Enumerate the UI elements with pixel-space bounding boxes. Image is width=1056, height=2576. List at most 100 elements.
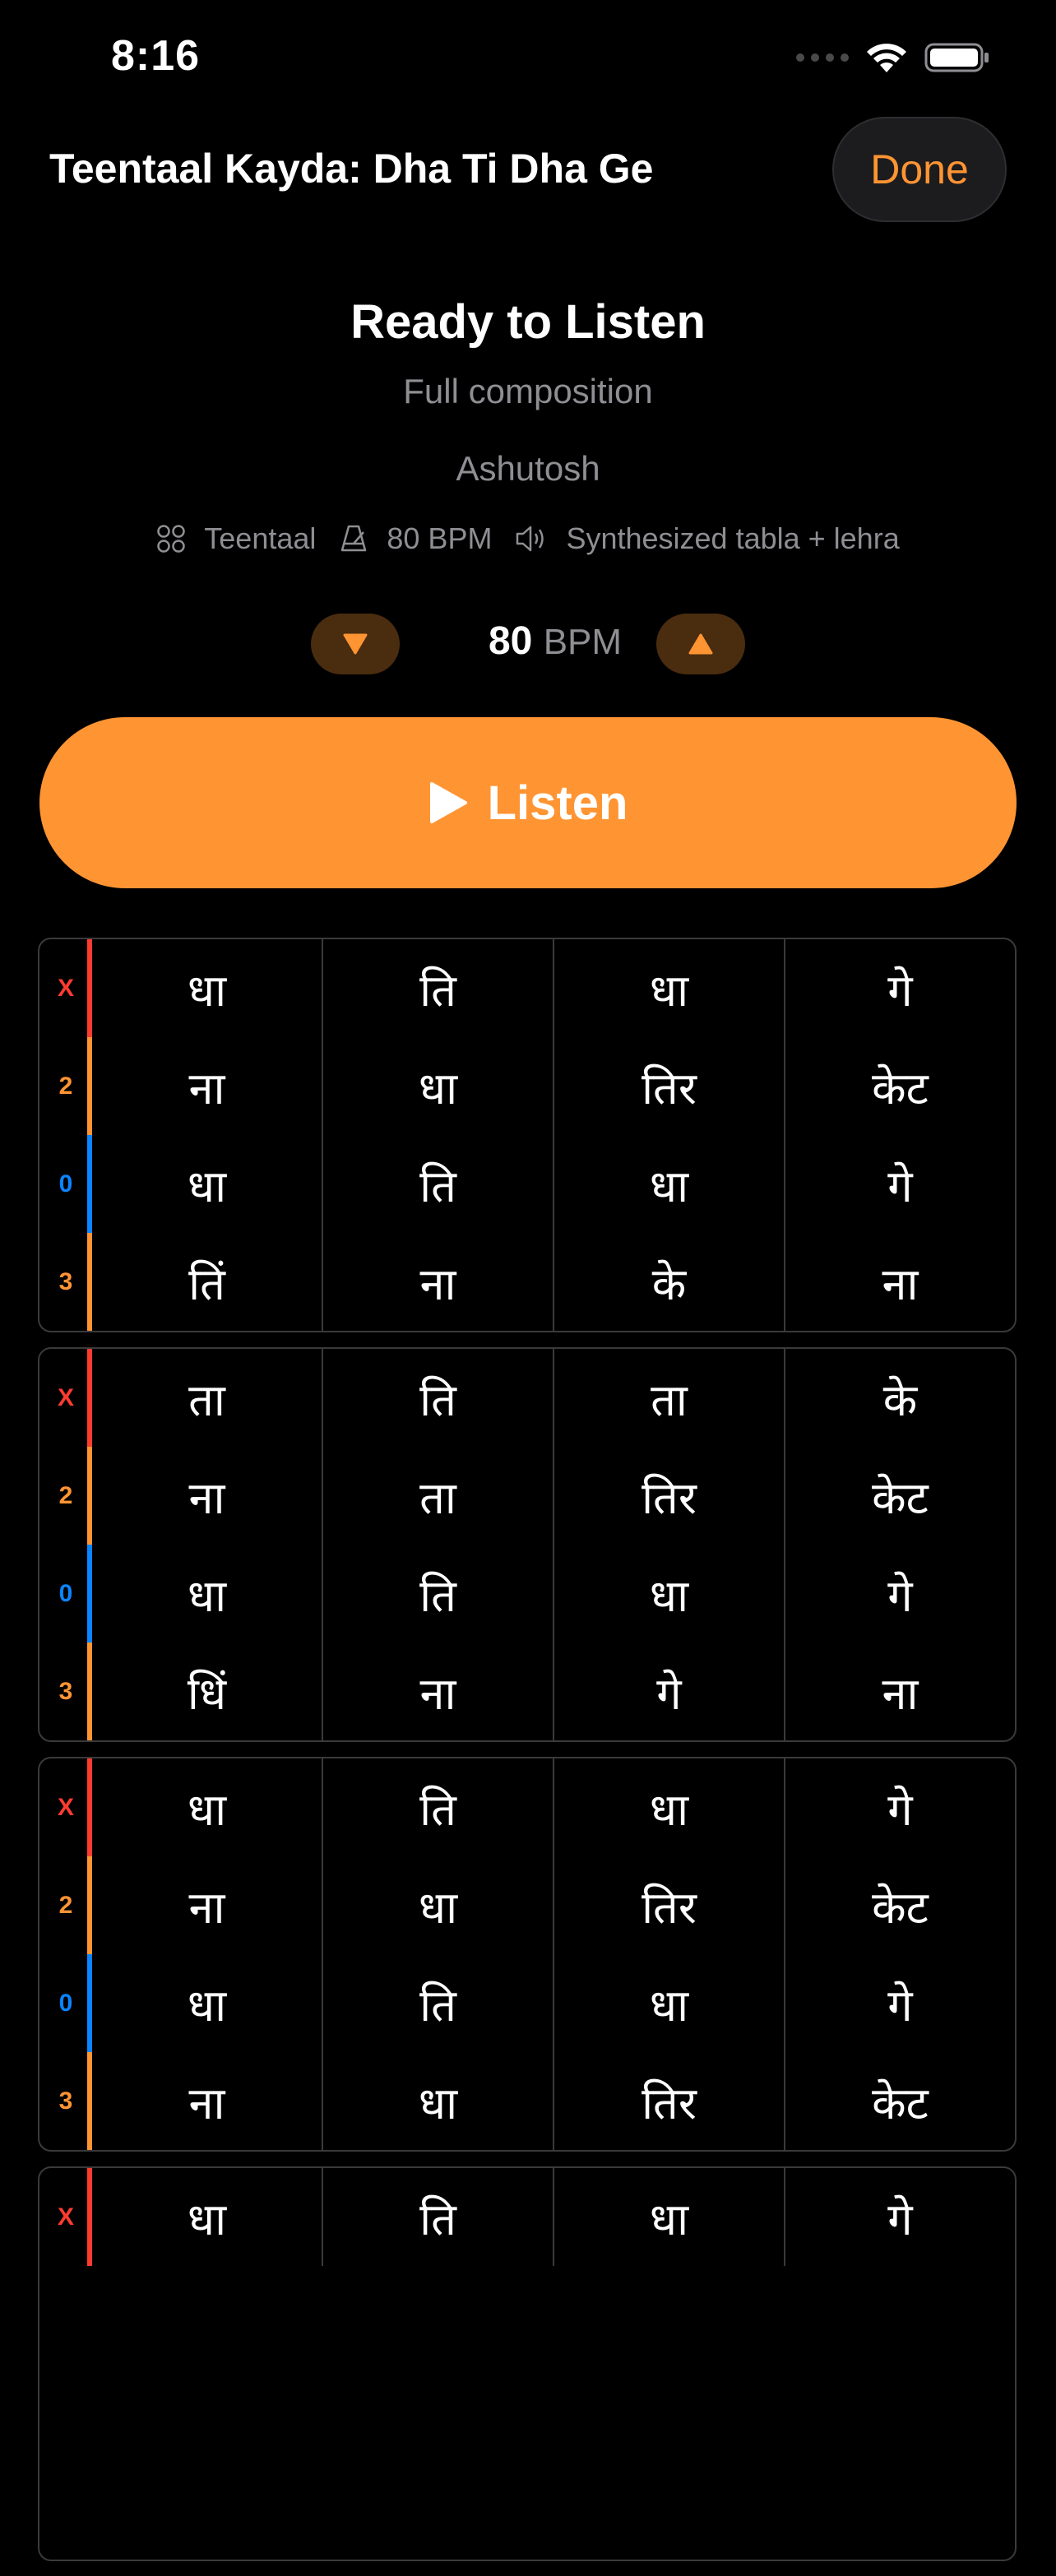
bol-cell: ता [553,1349,784,1447]
vibhag-color-bar [87,1856,92,1954]
cellular-signal-icon [796,53,849,62]
vibhag-marker: 2 [39,1037,92,1135]
triangle-up-icon [688,633,713,655]
bol-cell: गे [784,1135,1015,1233]
listen-button[interactable]: Listen [39,717,1017,888]
vibhag-marker: 2 [39,1447,92,1545]
tempo-decrease-button[interactable] [311,614,400,674]
vibhag-color-bar [87,1642,92,1740]
bol-cell: केट [784,2052,1015,2150]
grid-circles-icon [157,525,186,553]
bol-cell: धा [187,1569,227,1622]
bol-cell: ति [322,2168,553,2266]
playback-status-heading: Ready to Listen [350,295,706,349]
bol-cell: गे [784,939,1015,1037]
bol-cell: धा [553,2168,784,2266]
vibhag-color-bar [87,1037,92,1135]
bol-cell: गे [784,1545,1015,1642]
author-name: Ashutosh [456,449,600,488]
vibhag-color-bar [87,1447,92,1545]
status-time: 8:16 [111,32,201,80]
bol-cell: ता [322,1447,553,1545]
bol-cell: ति [322,1545,553,1642]
cycle-grid: X धा ति धा गे 2 ना धा तिर केट 0 धा ति धा गे 3 ना धा तिर केट [38,1757,1017,2152]
status-bar: 8:16 [0,0,1056,115]
bol-cell: केट [784,1447,1015,1545]
taal-meta: Teentaal [156,521,316,556]
vibhag-marker: 0 [39,1954,92,2052]
bol-cell: तिं [188,1258,225,1310]
composition-subtitle: Full composition [403,372,653,410]
tempo-meta: 80 BPM [339,521,492,556]
vibhag-row: 3 धिं ना गे ना [39,1642,1015,1740]
bol-cell: ति [322,1349,553,1447]
cycle-grid: X धा ति धा गे [38,2166,1017,2561]
bol-cell: ति [322,1135,553,1233]
vibhag-marker: 0 [39,1545,92,1642]
vibhag-marker: 3 [39,1233,92,1331]
bol-cell: गे [784,1954,1015,2052]
vibhag-color-bar [87,2052,92,2150]
tempo-label: 80 BPM [387,521,493,555]
listen-label: Listen [487,776,628,830]
vibhag-row: X धा ति धा गे [39,939,1015,1037]
sound-label: Synthesized tabla + lehra [566,521,900,555]
bol-cell: गे [784,1758,1015,1856]
vibhag-row: 3 ना धा तिर केट [39,2052,1015,2150]
cycle-grid: X ता ति ता के 2 ना ता तिर केट 0 धा ति धा गे 3 धिं ना गे ना [38,1347,1017,1742]
done-button[interactable]: Done [832,117,1007,222]
bol-cell: तिर [553,1447,784,1545]
vibhag-color-bar [87,1233,92,1331]
vibhag-color-bar [87,1545,92,1642]
bol-cell: ना [188,1062,225,1114]
bol-cell: ना [784,1642,1015,1740]
vibhag-row: X धा ति धा गे [39,2168,1015,2266]
vibhag-color-bar [87,1349,92,1447]
vibhag-marker: 2 [39,1856,92,1954]
bol-cell: धा [187,2193,227,2245]
bol-cell: ना [188,2077,225,2129]
vibhag-marker: X [39,1758,92,1856]
bol-cell: गे [553,1642,784,1740]
vibhag-color-bar [87,2168,92,2266]
vibhag-row: 0 धा ति धा गे [39,1954,1015,2052]
bol-cell: ति [322,1758,553,1856]
bol-cell: धा [322,2052,553,2150]
bol-cell: ना [784,1233,1015,1331]
tempo-unit: BPM [543,622,623,662]
bol-cell: ता [188,1374,225,1426]
battery-icon [924,43,989,72]
vibhag-row: X ता ति ता के [39,1349,1015,1447]
bol-cell: धिं [187,1667,227,1720]
vibhag-marker: 3 [39,1642,92,1740]
vibhag-row: 0 धा ति धा गे [39,1135,1015,1233]
vibhag-color-bar [87,1135,92,1233]
bol-cell: धा [553,1545,784,1642]
wifi-icon [867,44,906,72]
vibhag-row: 0 धा ति धा गे [39,1545,1015,1642]
vibhag-color-bar [87,1758,92,1856]
bol-cell: धा [322,1856,553,1954]
cycle-grid: X धा ति धा गे 2 ना धा तिर केट 0 धा ति धा गे 3 तिं ना के ना [38,938,1017,1332]
vibhag-row: 3 तिं ना के ना [39,1233,1015,1331]
play-icon [429,782,467,823]
metronome-icon [341,525,367,552]
tempo-increase-button[interactable] [656,614,745,674]
vibhag-row: 2 ना ता तिर केट [39,1447,1015,1545]
composition-grid: X धा ति धा गे 2 ना धा तिर केट 0 धा ति धा गे 3 तिं ना के ना X… [38,938,1017,2576]
bol-cell: ना [322,1642,553,1740]
bol-cell: धा [187,1979,227,2032]
bol-cell: ना [322,1233,553,1331]
bol-cell: धा [553,1758,784,1856]
bol-cell: धा [553,939,784,1037]
vibhag-color-bar [87,1954,92,2052]
vibhag-row: 2 ना धा तिर केट [39,1856,1015,1954]
bol-cell: ना [188,1881,225,1934]
bol-cell: केट [784,1856,1015,1954]
bol-cell: ति [322,939,553,1037]
vibhag-marker: X [39,939,92,1037]
speaker-icon [516,526,544,552]
bol-cell: धा [322,1037,553,1135]
triangle-down-icon [343,633,368,655]
sound-meta: Synthesized tabla + lehra [515,521,900,556]
